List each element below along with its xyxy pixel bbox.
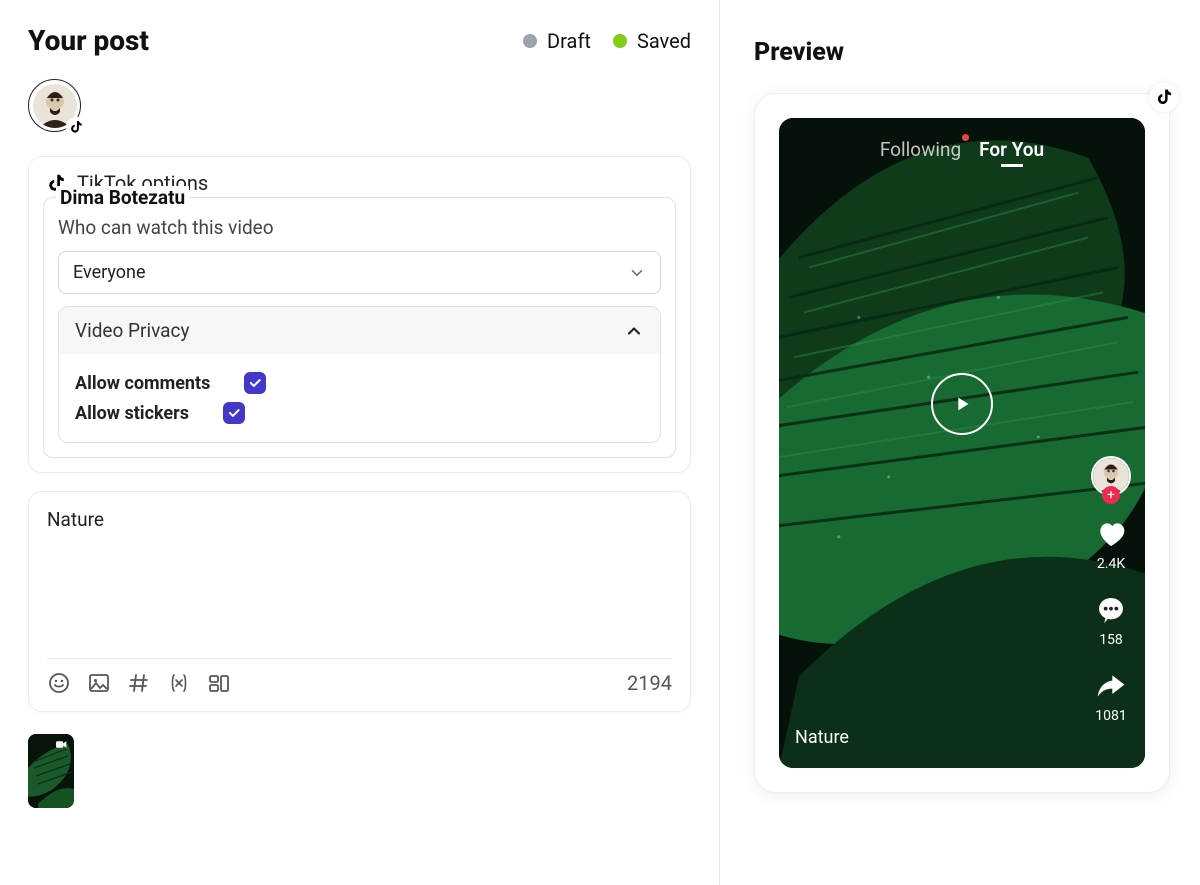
tab-following[interactable]: Following [880,138,961,161]
allow-comments-label: Allow comments [75,373,210,394]
preview-title: Preview [754,38,1172,67]
tiktok-icon [66,117,86,137]
video-privacy-toggle[interactable]: Video Privacy [59,307,660,354]
preview-card: Following For You [754,93,1170,793]
comment-button[interactable]: 158 [1095,594,1127,648]
status-saved-label: Saved [637,29,691,53]
page-title: Your post [28,24,149,57]
chevron-down-icon [628,264,646,282]
follow-plus-icon[interactable]: + [1102,486,1120,504]
account-name: Dima Botezatu [56,186,189,209]
privacy-select[interactable]: Everyone [58,251,661,294]
allow-stickers-row: Allow stickers [75,398,644,428]
status-saved-dot [613,34,627,48]
emoji-icon[interactable] [47,671,71,695]
status-draft-label: Draft [547,29,591,53]
caption-card: Nature [28,491,691,712]
share-count: 1081 [1095,708,1126,724]
status-draft-dot [523,34,537,48]
play-icon [951,393,973,415]
template-icon[interactable] [207,671,231,695]
notification-dot [962,134,969,141]
tab-for-you-label: For You [979,138,1044,161]
tab-following-label: Following [880,138,961,161]
image-icon[interactable] [87,671,111,695]
play-button[interactable] [931,373,993,435]
account-fieldset: Dima Botezatu Who can watch this video E… [43,197,676,458]
video-icon [54,738,69,751]
phone-screen: Following For You [779,118,1145,768]
tiktok-icon [1149,82,1179,112]
tiktok-options-card: TikTok options Dima Botezatu Who can wat… [28,156,691,473]
allow-comments-row: Allow comments [75,368,644,398]
tab-for-you[interactable]: For You [979,138,1044,161]
chevron-up-icon [624,321,644,341]
share-icon [1095,670,1127,702]
hashtag-icon[interactable] [127,671,151,695]
allow-stickers-checkbox[interactable] [223,402,245,424]
caption-input[interactable]: Nature [47,508,672,658]
video-privacy-label: Video Privacy [75,319,189,342]
divider [47,658,672,659]
like-count: 2.4K [1097,556,1125,572]
comment-icon [1095,594,1127,626]
comment-count: 158 [1099,632,1123,648]
video-privacy-section: Video Privacy Allow comments [58,306,661,443]
status-saved: Saved [613,29,691,53]
status-group: Draft Saved [523,29,691,53]
status-draft: Draft [523,29,591,53]
account-avatar[interactable] [28,79,81,132]
preview-profile-avatar[interactable]: + [1091,456,1131,496]
privacy-label: Who can watch this video [58,216,661,239]
preview-caption: Nature [795,727,849,748]
like-button[interactable]: 2.4K [1095,518,1127,572]
privacy-select-value: Everyone [73,262,146,283]
share-button[interactable]: 1081 [1095,670,1127,724]
heart-icon [1095,518,1127,550]
char-count: 2194 [627,671,672,695]
allow-comments-checkbox[interactable] [244,372,266,394]
media-thumbnail[interactable] [28,734,74,808]
variable-icon[interactable] [167,671,191,695]
allow-stickers-label: Allow stickers [75,403,189,424]
